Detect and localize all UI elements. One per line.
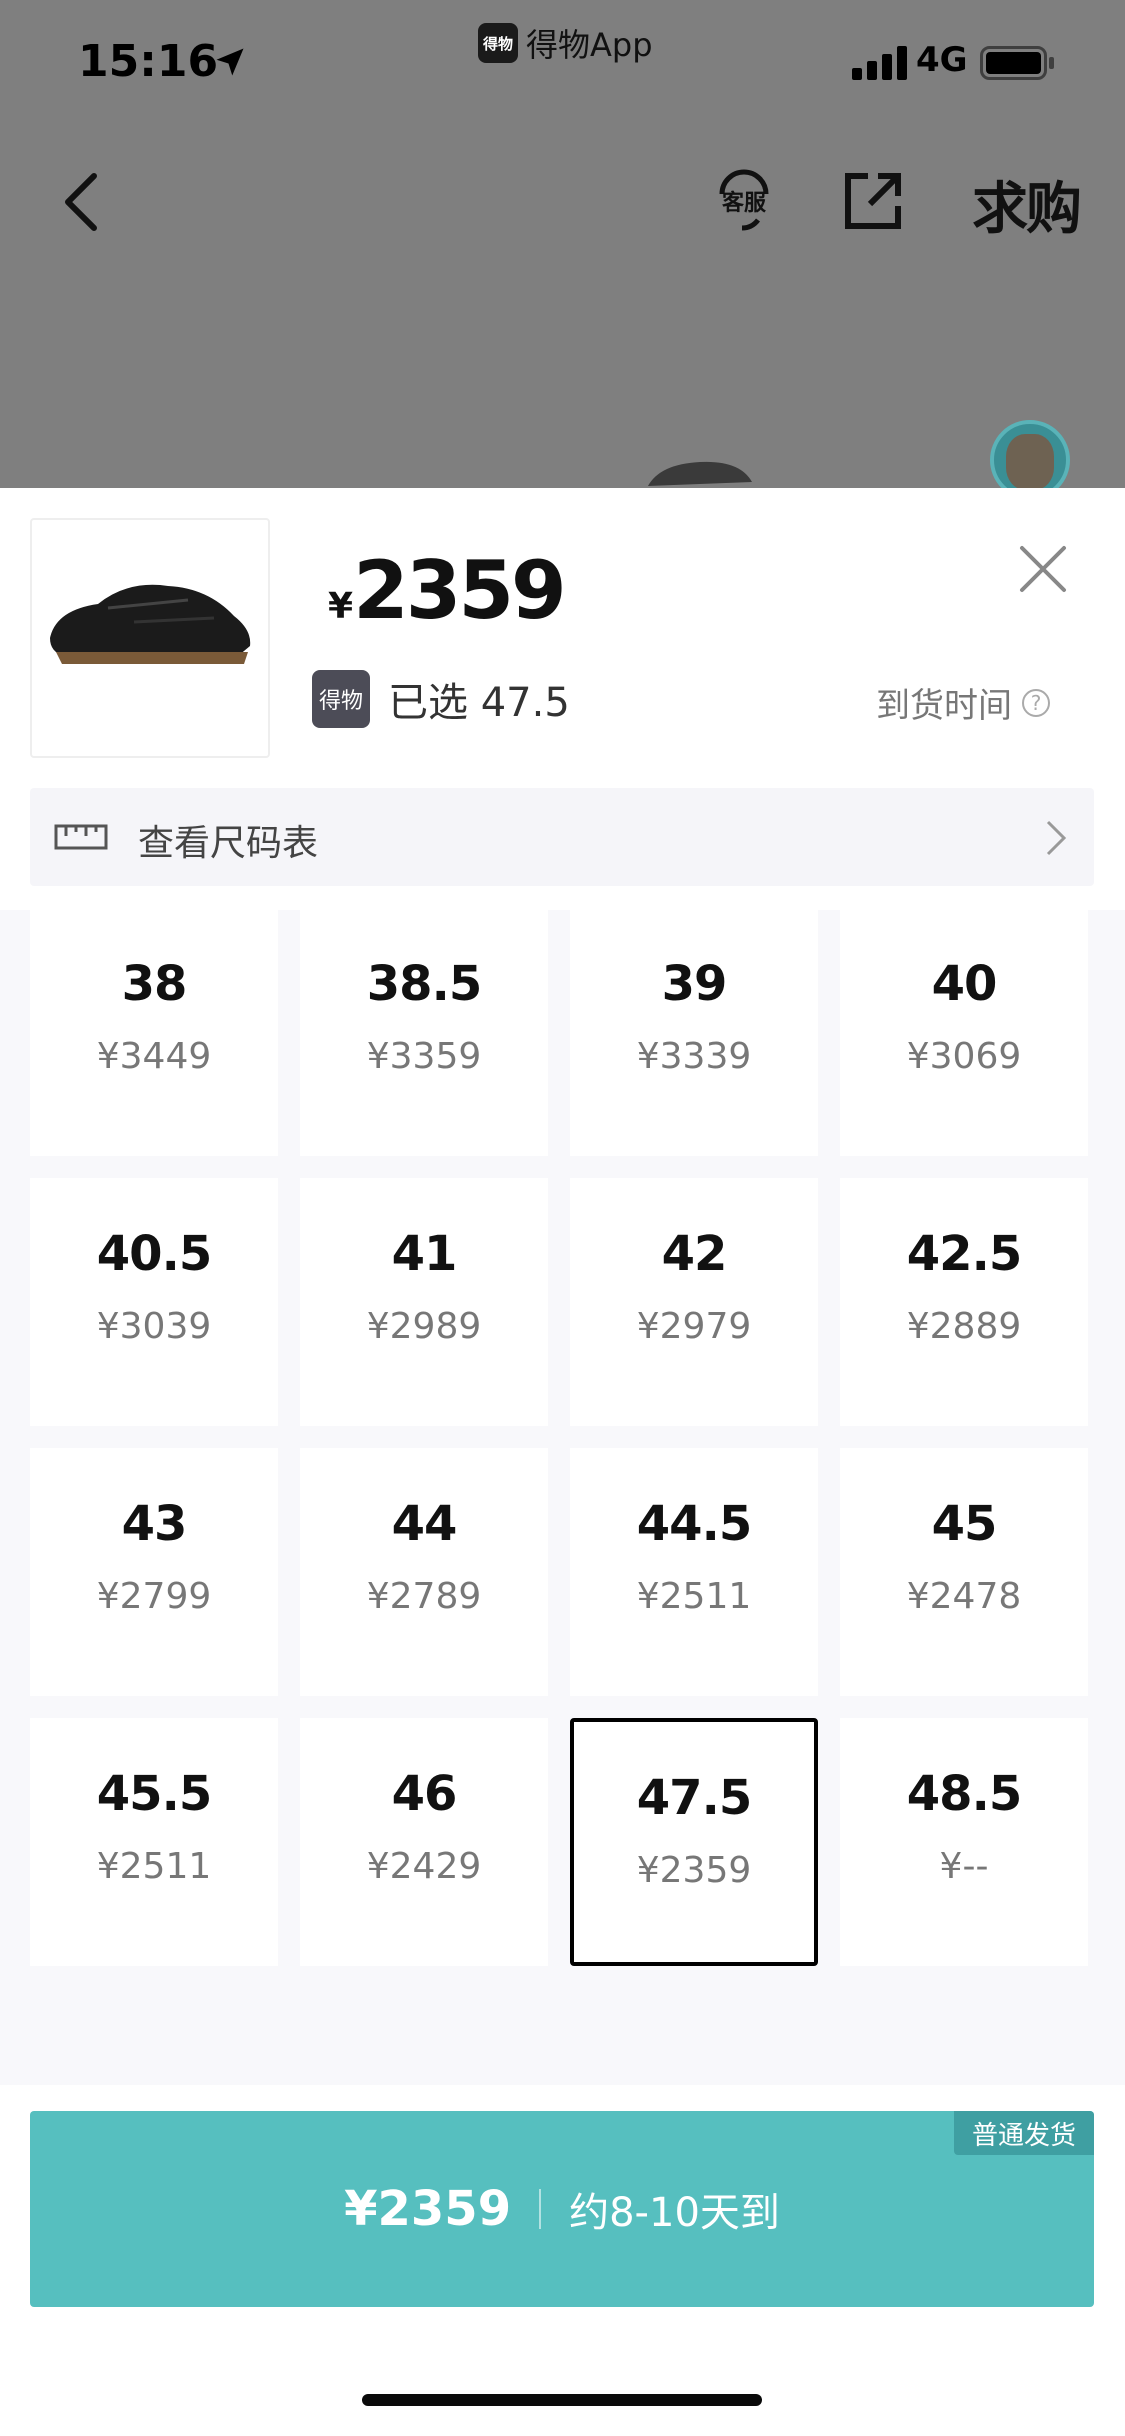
- size-option[interactable]: 40 ¥3069: [840, 908, 1088, 1156]
- size-price: ¥2511: [96, 1846, 212, 1887]
- size-option[interactable]: 42.5 ¥2889: [840, 1178, 1088, 1426]
- status-bar: 15:16 得物 得物App 4G: [0, 0, 1125, 130]
- product-thumbnail: [30, 518, 270, 758]
- back-chevron-icon[interactable]: [58, 170, 106, 234]
- size-option[interactable]: 39 ¥3339: [570, 908, 818, 1156]
- size-label: 47.5: [636, 1770, 752, 1826]
- dewu-logo-icon: 得物: [312, 670, 370, 728]
- size-price: ¥2979: [636, 1306, 752, 1347]
- selected-size-text: 已选 47.5: [388, 680, 570, 726]
- size-option[interactable]: 41 ¥2989: [300, 1178, 548, 1426]
- size-price: ¥2889: [906, 1306, 1022, 1347]
- size-selection-sheet: ¥ 2359 得物 已选 47.5 到货时间 ? 查看尺码表 38 ¥3449 38…: [0, 488, 1125, 2436]
- size-label: 41: [391, 1226, 458, 1282]
- background-product-image: [648, 461, 752, 486]
- size-label: 42.5: [906, 1226, 1022, 1282]
- close-icon[interactable]: [1016, 542, 1070, 596]
- size-option[interactable]: 46 ¥2429: [300, 1718, 548, 1966]
- selected-price: ¥ 2359: [328, 544, 567, 637]
- arrival-time-label: 到货时间: [876, 686, 1012, 726]
- back-to-app[interactable]: 得物 得物App: [478, 20, 653, 66]
- shipping-tag: 普通发货: [954, 2111, 1094, 2155]
- size-price: ¥2359: [636, 1850, 752, 1891]
- help-icon[interactable]: ?: [1022, 688, 1050, 717]
- price-amount: 2359: [353, 544, 567, 637]
- size-option[interactable]: 42 ¥2979: [570, 1178, 818, 1426]
- size-option[interactable]: 44 ¥2789: [300, 1448, 548, 1696]
- location-arrow-icon: [216, 48, 244, 76]
- ruler-icon: [54, 824, 108, 850]
- size-price: ¥3339: [636, 1036, 752, 1077]
- dimmed-background-page[interactable]: 15:16 得物 得物App 4G 客服 求购: [0, 0, 1125, 500]
- size-price: ¥3449: [96, 1036, 212, 1077]
- size-option[interactable]: 45.5 ¥2511: [30, 1718, 278, 1966]
- cellular-signal-icon: [852, 46, 907, 80]
- size-label: 45: [931, 1496, 998, 1552]
- size-label: 48.5: [906, 1766, 1022, 1822]
- network-type: 4G: [916, 40, 968, 80]
- size-label: 44: [391, 1496, 458, 1552]
- size-option[interactable]: 45 ¥2478: [840, 1448, 1088, 1696]
- buy-eta: 约8-10天到: [569, 2190, 780, 2236]
- size-price: ¥2429: [366, 1846, 482, 1887]
- size-option[interactable]: 38 ¥3449: [30, 908, 278, 1156]
- size-label: 44.5: [636, 1496, 752, 1552]
- size-label: 40.5: [96, 1226, 212, 1282]
- size-label: 42: [661, 1226, 728, 1282]
- size-price: ¥2511: [636, 1576, 752, 1617]
- size-chart-label: 查看尺码表: [138, 823, 319, 864]
- size-label: 43: [121, 1496, 188, 1552]
- size-price: ¥2789: [366, 1576, 482, 1617]
- selected-size-row: 得物 已选 47.5: [312, 670, 570, 728]
- currency-symbol: ¥: [328, 586, 354, 627]
- product-navbar: 客服 求购: [0, 150, 1125, 250]
- size-price: ¥3069: [906, 1036, 1022, 1077]
- size-label: 38.5: [366, 956, 482, 1012]
- size-option[interactable]: 38.5 ¥3359: [300, 908, 548, 1156]
- want-to-buy-button[interactable]: 求购: [972, 164, 1082, 245]
- size-label: 38: [121, 956, 188, 1012]
- size-price: ¥--: [939, 1846, 989, 1887]
- size-label: 45.5: [96, 1766, 212, 1822]
- app-logo-icon: 得物: [478, 23, 518, 63]
- buy-button[interactable]: ¥2359 约8-10天到 普通发货: [30, 2111, 1094, 2307]
- sneaker-image: [50, 584, 251, 664]
- size-option[interactable]: 48.5 ¥--: [840, 1718, 1088, 1966]
- home-indicator[interactable]: [362, 2394, 762, 2406]
- size-price: ¥2478: [906, 1576, 1022, 1617]
- size-label: 39: [661, 956, 728, 1012]
- size-label: 46: [391, 1766, 458, 1822]
- arrival-time[interactable]: 到货时间 ?: [876, 678, 1050, 727]
- size-option[interactable]: 43 ¥2799: [30, 1448, 278, 1696]
- customer-service-icon[interactable]: 客服: [708, 164, 780, 236]
- size-price: ¥2799: [96, 1576, 212, 1617]
- buy-divider: [539, 2189, 542, 2229]
- size-price: ¥3359: [366, 1036, 482, 1077]
- size-option[interactable]: 44.5 ¥2511: [570, 1448, 818, 1696]
- status-time: 15:16: [78, 36, 219, 87]
- size-price: ¥3039: [96, 1306, 212, 1347]
- size-option[interactable]: 40.5 ¥3039: [30, 1178, 278, 1426]
- size-price: ¥2989: [366, 1306, 482, 1347]
- size-chart-link[interactable]: 查看尺码表: [30, 788, 1094, 886]
- customer-service-label: 客服: [722, 190, 767, 216]
- back-app-name: 得物App: [526, 26, 653, 64]
- size-grid: 38 ¥3449 38.5 ¥3359 39 ¥3339 40 ¥3069 40.5 ¥3039 4…: [0, 908, 1125, 2085]
- size-label: 40: [931, 956, 998, 1012]
- size-option[interactable]: 47.5 ¥2359: [570, 1718, 818, 1966]
- chevron-right-icon: [1046, 820, 1067, 856]
- battery-icon: [980, 46, 1054, 80]
- buy-price: ¥2359: [344, 2181, 512, 2237]
- share-icon[interactable]: [840, 168, 906, 234]
